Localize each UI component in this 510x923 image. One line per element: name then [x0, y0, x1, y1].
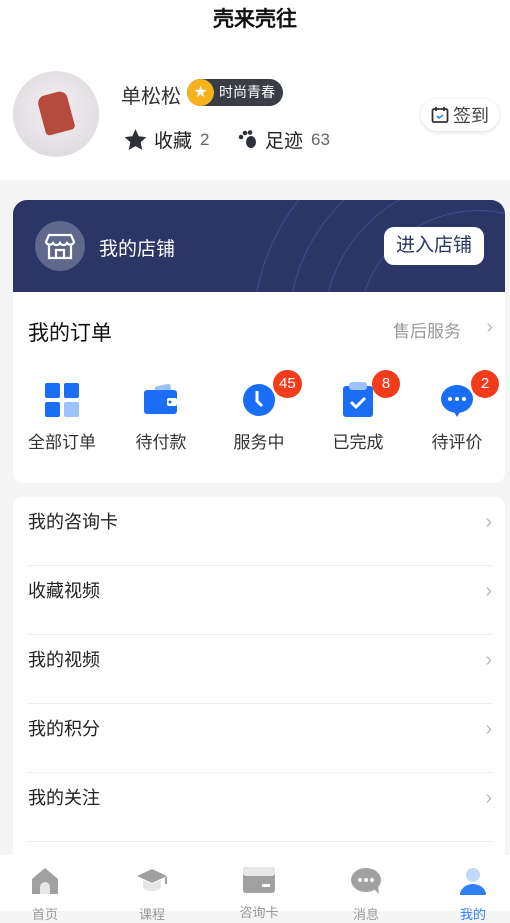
signin-button[interactable]: 签到 [421, 99, 499, 131]
calendar-icon [431, 107, 449, 123]
menu-item-following[interactable]: 我的关注 › [28, 773, 492, 842]
menu-item-label: 我的咨询卡 [28, 512, 118, 532]
wallet-icon [143, 382, 179, 418]
star-icon [124, 128, 147, 150]
store-icon [35, 221, 85, 271]
count-badge: 2 [471, 370, 499, 398]
signin-label: 签到 [453, 106, 489, 126]
favorites-stat[interactable]: 收藏 2 [122, 126, 209, 153]
chevron-right-icon[interactable]: › [486, 316, 493, 339]
footprints-count: 63 [311, 129, 330, 149]
bottom-tab-bar: 首页 课程 咨询卡 消息 我的 [0, 855, 510, 922]
order-label: 服务中 [233, 433, 285, 452]
order-completed[interactable]: 8 已完成 [318, 370, 400, 453]
page-title: 壳来壳往 [213, 8, 297, 31]
menu-item-points[interactable]: 我的积分 › [28, 704, 492, 773]
chat-bubble-icon: 2 [439, 370, 499, 418]
tab-label: 首页 [31, 907, 58, 922]
order-label: 全部订单 [28, 433, 96, 452]
menu-item-label: 我的视频 [28, 650, 100, 670]
clock-icon: 45 [241, 370, 302, 418]
order-label: 待评价 [431, 433, 483, 452]
footprint-icon [238, 129, 256, 148]
menu-list: 我的咨询卡 › 收藏视频 › 我的视频 › 我的积分 › 我的关注 › [13, 497, 505, 857]
tab-label: 消息 [352, 907, 379, 922]
chevron-right-icon: › [485, 580, 492, 602]
menu-item-label: 我的积分 [28, 719, 100, 739]
order-label: 已完成 [332, 433, 384, 452]
chevron-right-icon: › [485, 511, 492, 533]
my-orders-section: 我的订单 售后服务 › 全部订单 待付款 45 服务中 8 已完成 2 待评价 [13, 292, 505, 483]
menu-item-my-videos[interactable]: 我的视频 › [28, 635, 492, 704]
menu-item-consult-card[interactable]: 我的咨询卡 › [28, 497, 492, 566]
chevron-right-icon: › [485, 649, 492, 671]
grid-icon [44, 382, 80, 418]
star-icon: ★ [187, 79, 214, 106]
home-icon [32, 868, 58, 894]
clipboard-check-icon: 8 [340, 370, 400, 418]
tab-courses[interactable]: 课程 [127, 867, 177, 923]
tab-consult-card[interactable]: 咨询卡 [234, 867, 284, 921]
message-icon [351, 868, 381, 894]
order-pending-payment[interactable]: 待付款 [121, 382, 201, 453]
tab-label: 咨询卡 [239, 905, 279, 920]
footprints-label: 足迹 [265, 131, 304, 152]
tab-messages[interactable]: 消息 [341, 867, 391, 923]
order-in-service[interactable]: 45 服务中 [219, 370, 302, 453]
tab-home[interactable]: 首页 [20, 867, 70, 923]
favorites-label: 收藏 [154, 131, 193, 152]
order-label: 待付款 [135, 433, 187, 452]
chevron-right-icon: › [485, 787, 492, 809]
level-badge[interactable]: ★ 时尚青春 [187, 79, 283, 106]
chevron-right-icon: › [485, 718, 492, 740]
enter-store-button[interactable]: 进入店铺 [384, 227, 484, 265]
store-label: 我的店铺 [99, 239, 176, 260]
user-icon [460, 868, 486, 895]
favorites-count: 2 [200, 129, 210, 149]
count-badge: 8 [372, 370, 400, 398]
user-name: 单松松 [121, 86, 181, 108]
my-store-card[interactable]: 我的店铺 进入店铺 [13, 200, 505, 292]
avatar[interactable] [13, 71, 99, 157]
count-badge: 45 [273, 370, 302, 398]
menu-item-label: 我的关注 [28, 788, 100, 808]
level-badge-label: 时尚青春 [219, 84, 275, 100]
order-pending-review[interactable]: 2 待评价 [417, 370, 499, 453]
card-icon [243, 867, 275, 893]
menu-item-favorite-videos[interactable]: 收藏视频 › [28, 566, 492, 635]
footprints-stat[interactable]: 足迹 63 [238, 126, 330, 153]
tab-label: 我的 [459, 907, 486, 922]
tab-label: 课程 [138, 907, 165, 922]
graduation-cap-icon [137, 869, 167, 891]
orders-title: 我的订单 [28, 322, 112, 345]
tab-mine[interactable]: 我的 [448, 867, 498, 923]
menu-item-label: 收藏视频 [28, 581, 100, 601]
profile-header: 壳来壳往 单松松 ★ 时尚青春 收藏 2 足迹 63 签到 [0, 0, 510, 180]
order-all[interactable]: 全部订单 [22, 382, 102, 453]
after-sale-link[interactable]: 售后服务 [393, 317, 461, 342]
